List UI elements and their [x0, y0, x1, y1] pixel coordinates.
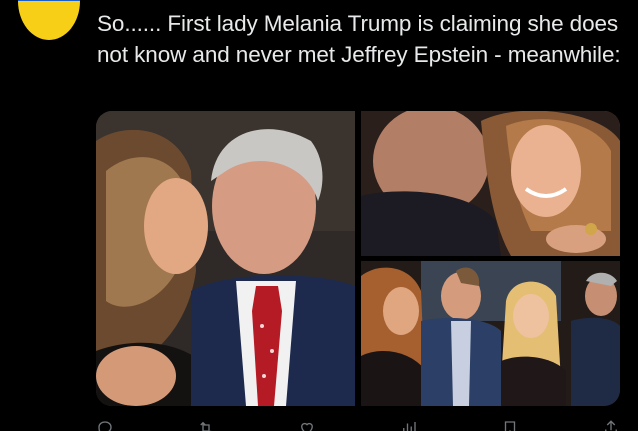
bookmark-button[interactable]	[501, 418, 519, 431]
ukraine-flag-yellow-band	[18, 1, 80, 40]
share-button[interactable]	[602, 418, 620, 431]
photo-left-image	[96, 111, 355, 406]
reply-icon	[98, 421, 112, 431]
avatar[interactable]	[18, 0, 80, 40]
bookmark-icon	[504, 421, 515, 431]
retweet-button[interactable]	[197, 418, 215, 431]
heart-icon	[301, 422, 314, 431]
photo-bottom-right-image	[361, 261, 620, 406]
views-button[interactable]	[400, 418, 418, 431]
tweet-text: So...... First lady Melania Trump is cla…	[97, 11, 621, 67]
share-icon	[605, 420, 617, 431]
reply-button[interactable]	[96, 418, 114, 431]
photo-left[interactable]	[96, 111, 355, 406]
action-bar	[96, 418, 620, 431]
like-button[interactable]	[298, 418, 316, 431]
tweet[interactable]: So...... First lady Melania Trump is cla…	[0, 0, 638, 431]
retweet-icon	[200, 421, 212, 431]
photo-top-right[interactable]	[361, 111, 620, 256]
media-grid[interactable]	[96, 111, 620, 406]
views-icon	[402, 422, 416, 431]
photo-bottom-right[interactable]	[361, 261, 620, 406]
photo-top-right-image	[361, 111, 620, 256]
